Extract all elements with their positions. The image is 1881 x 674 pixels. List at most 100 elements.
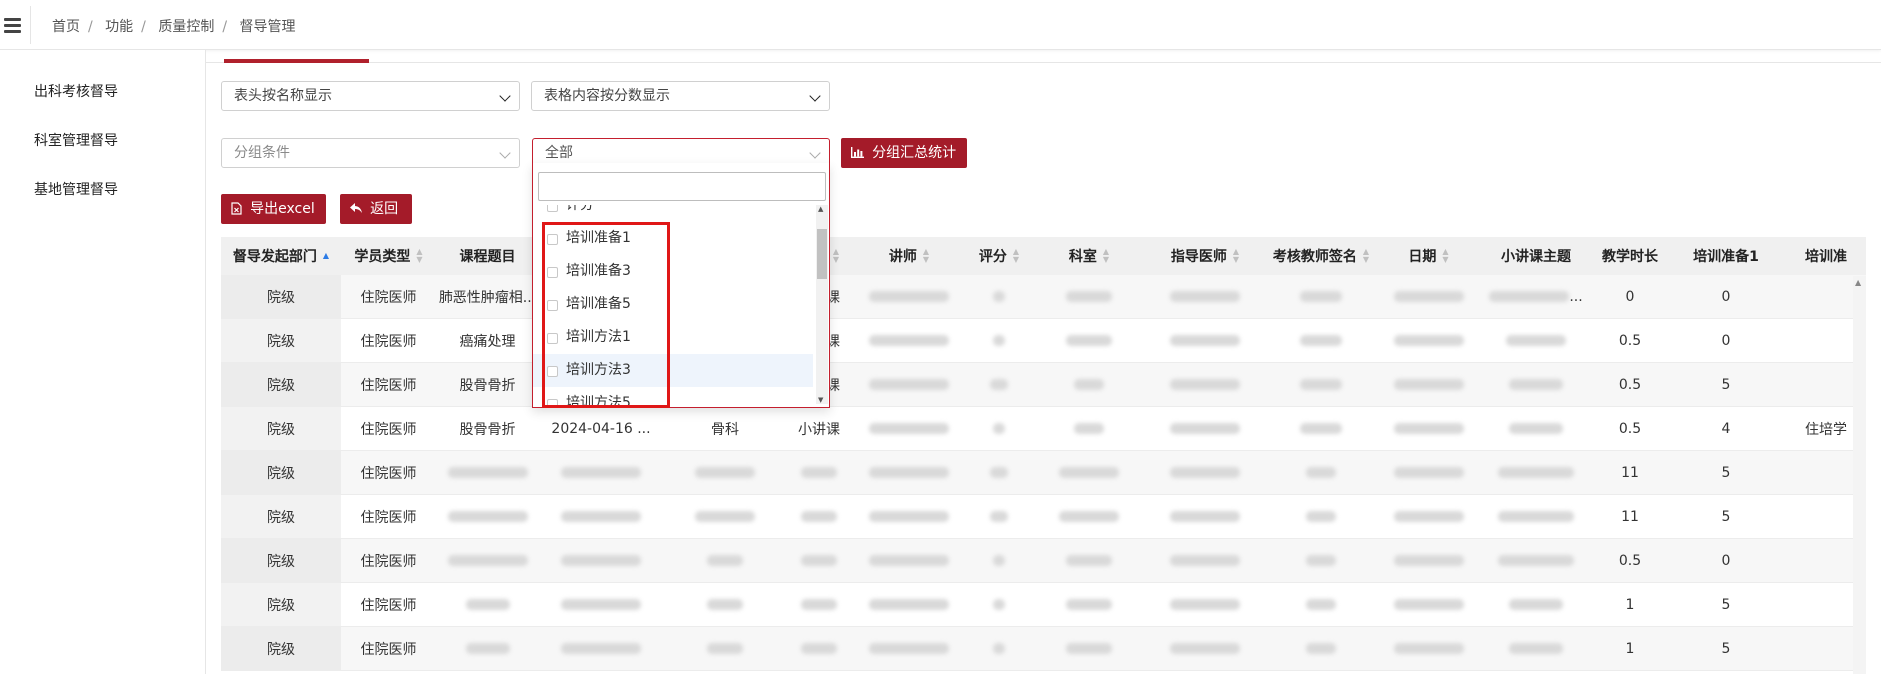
cell-trainee-type: 住院医师 [341,275,436,319]
scroll-up-icon[interactable]: ▲ [818,205,823,213]
checkbox-icon[interactable] [547,205,558,212]
cell-blurred [1379,582,1478,627]
dropdown-option[interactable]: 培训方法1 [533,321,813,354]
cell-blurred [1031,275,1147,319]
col-header-teaching-hours[interactable]: 教学时长 [1594,237,1666,275]
cell-trainee-type: 住院医师 [341,494,436,539]
checkbox-icon[interactable] [547,399,558,405]
col-header-examiner-signature[interactable]: 考核教师签名 ▲ ▼ [1263,237,1379,275]
cell-trainee-type: 住院医师 [341,406,436,451]
scroll-down-icon[interactable]: ▼ [818,396,823,404]
cell-blurred [787,494,851,539]
table-row[interactable]: 院级 住院医师 肺恶性肿瘤相... 小讲课 ... 0 0 [221,275,1866,319]
cell-training-prep-1: 0 [1666,318,1786,363]
checkbox-icon[interactable] [547,366,558,377]
dropdown-option[interactable]: 培训准备3 [533,255,813,288]
chevron-down-icon [499,147,511,159]
checkbox-icon[interactable] [547,333,558,344]
sort-icon: ▲ ▼ [832,247,840,264]
breadcrumb-quality-control[interactable]: 质量控制 [158,19,214,35]
cell-blurred [1379,406,1478,451]
table-header-row: 督导发起部门▲ 学员类型▲▼ 课程题目 类型▲▼ 讲师▲▼ 评分▲▼ 科室▲▼ … [221,237,1866,275]
group-stats-button[interactable]: 分组汇总统计 [841,138,967,168]
sidebar-item-base-management[interactable]: 基地管理督导 [34,179,118,199]
dropdown-search-input[interactable] [538,172,826,201]
header-display-select[interactable]: 表头按名称显示 [221,81,520,111]
cell-blurred [1147,318,1263,363]
group-value-text: 全部 [545,145,573,161]
sort-icon: ▲ ▼ [1102,247,1110,264]
table-scrollbar[interactable]: ▲ [1853,276,1866,674]
table-row[interactable]: 院级 住院医师 11 5 [221,450,1866,495]
dropdown-option[interactable]: 评分 [533,205,813,222]
active-tab-indicator[interactable] [224,59,369,63]
sidebar-item-dept-management[interactable]: 科室管理督导 [34,130,118,150]
cell-blurred [1263,626,1379,671]
cell-blurred [851,450,967,495]
cell-blurred [967,318,1031,363]
col-header-training-prep-2[interactable]: 培训准 [1786,237,1866,275]
cell-blurred [436,582,539,627]
menu-icon[interactable] [0,12,22,36]
cell-blurred [1263,450,1379,495]
checkbox-icon[interactable] [547,267,558,278]
col-header-department[interactable]: 科室 ▲ ▼ [1031,237,1147,275]
breadcrumb-function[interactable]: 功能 [105,19,133,35]
content-display-select[interactable]: 表格内容按分数显示 [531,81,830,111]
table-row[interactable]: 院级 住院医师 癌痛处理 小讲课 0.5 0 [221,318,1866,363]
cell-blurred [851,362,967,407]
dropdown-option[interactable]: 培训准备1 [533,222,813,255]
sidebar-item-dept-exam[interactable]: 出科考核督导 [34,81,118,101]
cell-trainee-type: 住院医师 [341,362,436,407]
cell-blurred [1031,494,1147,539]
sort-icon: ▲ ▼ [1442,247,1449,264]
cell-trainee-type: 住院医师 [341,582,436,627]
col-header-score[interactable]: 评分 ▲ ▼ [967,237,1031,275]
cell-blurred [1147,626,1263,671]
dropdown-option[interactable]: 培训方法5 [533,387,813,405]
cell-blurred [1031,450,1147,495]
col-header-lecturer[interactable]: 讲师 ▲ ▼ [851,237,967,275]
table-row[interactable]: 院级 住院医师 股骨骨折 小讲课 0.5 5 [221,362,1866,407]
table-row[interactable]: 院级 住院医师 0.5 0 [221,538,1866,583]
col-header-instructor[interactable]: 指导医师 ▲ ▼ [1147,237,1263,275]
cell-blurred [1147,406,1263,451]
cell-blurred [539,450,663,495]
dropdown-scrollbar[interactable]: ▲ ▼ [816,205,828,404]
table-row[interactable]: 院级 住院医师 1 5 [221,582,1866,627]
cell-blurred [1263,582,1379,627]
col-header-training-prep-1[interactable]: 培训准备1 [1666,237,1786,275]
back-button[interactable]: 返回 [340,194,412,224]
dropdown-option-list: 评分 培训准备1 培训准备3 培训准备5 培训方法1 培训方法3 培训方法5 [533,205,813,405]
cell-blurred [1478,494,1594,539]
breadcrumb-home[interactable]: 首页 [52,19,80,35]
col-header-lecture-theme[interactable]: 小讲课主题 [1478,237,1594,275]
col-header-dept[interactable]: 督导发起部门 ▲ [221,237,341,275]
table-row[interactable]: 院级 住院医师 1 5 [221,626,1866,671]
group-condition-select[interactable]: 分组条件 [221,138,520,168]
table-row[interactable]: 院级 住院医师 11 5 [221,494,1866,539]
dropdown-option-hovered[interactable]: 培训方法3 [533,354,813,387]
cell-dept: 院级 [221,362,341,407]
checkbox-icon[interactable] [547,234,558,245]
cell-teaching-hours: 1 [1594,582,1666,627]
cell-blurred [1263,318,1379,363]
scroll-thumb[interactable] [817,229,827,279]
col-header-course-title[interactable]: 课程题目 [436,237,539,275]
export-excel-button[interactable]: 导出excel [221,194,326,224]
col-header-trainee-type[interactable]: 学员类型 ▲ ▼ [341,237,436,275]
cell-blurred [1031,406,1147,451]
cell-blurred [851,494,967,539]
col-header-date[interactable]: 日期 ▲ ▼ [1379,237,1478,275]
cell-dept: 院级 [221,275,341,319]
chevron-down-icon [809,147,821,159]
export-excel-label: 导出excel [250,201,315,217]
cell-trainee-type: 住院医师 [341,450,436,495]
cell-training-prep-1: 4 [1666,406,1786,451]
cell-blurred [1478,450,1594,495]
dropdown-option[interactable]: 培训准备5 [533,288,813,321]
cell-blurred [851,406,967,451]
scroll-up-icon[interactable]: ▲ [1855,278,1861,287]
table-row[interactable]: 院级 住院医师 股骨骨折 2024-04-16 ... 骨科 小讲课 0.5 4… [221,406,1866,451]
checkbox-icon[interactable] [547,300,558,311]
